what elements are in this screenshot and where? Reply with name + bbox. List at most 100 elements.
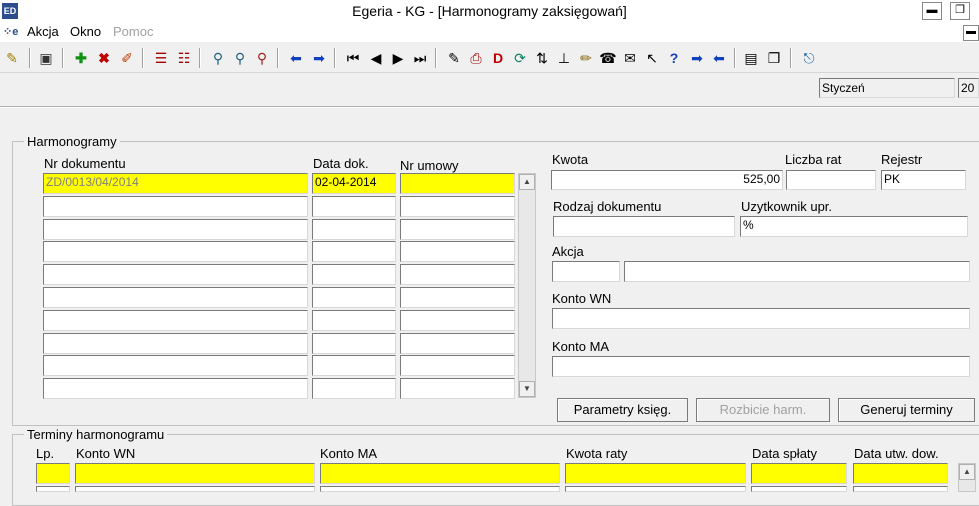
nr-dokumentu-cell[interactable] (43, 378, 308, 400)
rejestr-field[interactable]: PK (881, 170, 966, 190)
menu-akcja[interactable]: Akcja (27, 24, 59, 39)
execute-query-icon[interactable]: ☷ (174, 48, 194, 68)
data-dok-cell[interactable] (312, 264, 396, 286)
terminy-data-splaty-cell[interactable] (751, 486, 847, 492)
tree-icon[interactable]: ⊥ (554, 48, 574, 68)
data-dok-cell[interactable] (312, 332, 396, 354)
nr-dokumentu-cell[interactable] (43, 241, 308, 263)
nr-dokumentu-cell[interactable] (43, 332, 308, 354)
nr-dokumentu-cell[interactable] (43, 264, 308, 286)
exit-icon[interactable]: ⎋ (799, 48, 819, 68)
nr-dokumentu-cell[interactable] (43, 195, 308, 217)
terminy-konto-ma-cell[interactable] (320, 463, 560, 484)
terminy-lp-cell[interactable] (36, 486, 70, 492)
scroll-up-icon[interactable]: ▲ (519, 174, 535, 190)
data-dok-cell[interactable] (312, 241, 396, 263)
find-replace-icon[interactable]: ⚲ (252, 48, 272, 68)
find-next-icon[interactable]: ⚲ (230, 48, 250, 68)
konto-ma-field[interactable] (552, 356, 970, 377)
menu-okno[interactable]: Okno (70, 24, 101, 39)
terminy-lp-cell[interactable] (36, 463, 70, 484)
edit-document-icon[interactable]: ✎ (444, 48, 464, 68)
data-dok-cell[interactable] (312, 378, 396, 400)
terminy-konto-wn-cell[interactable] (75, 486, 315, 492)
rozbicie-harm-button[interactable]: Rozbicie harm. (696, 398, 830, 422)
terminy-data-splaty-cell[interactable] (751, 463, 847, 484)
scroll-down-icon[interactable]: ▼ (519, 381, 535, 397)
mail-icon[interactable]: ✉ (620, 48, 640, 68)
data-dok-cell[interactable] (312, 287, 396, 308)
nr-umowy-cell[interactable] (400, 241, 515, 263)
data-dok-cell[interactable] (312, 195, 396, 217)
uzytkownik-field[interactable]: % (740, 216, 968, 237)
arrow-left-icon[interactable]: ⬅ (286, 48, 306, 68)
refresh-icon[interactable]: ⟳ (510, 48, 530, 68)
first-record-icon[interactable]: ⏮ (343, 48, 363, 68)
parametry-ksieg-button[interactable]: Parametry księg. (557, 398, 688, 422)
akcja-code-field[interactable] (552, 261, 620, 282)
delete-record-icon[interactable]: ✖ (94, 48, 114, 68)
data-dok-cell[interactable] (312, 355, 396, 377)
pin-icon[interactable]: ✎ (2, 48, 22, 68)
nr-dokumentu-cell[interactable] (43, 218, 308, 240)
kwota-field[interactable]: 525,00 (551, 170, 783, 190)
nr-umowy-cell[interactable] (400, 195, 515, 217)
nr-umowy-cell[interactable] (400, 332, 515, 354)
generuj-terminy-button[interactable]: Generuj terminy (838, 398, 975, 422)
arrow-right-icon[interactable]: ➡ (309, 48, 329, 68)
period-year-field[interactable]: 20 (958, 78, 979, 98)
nr-umowy-cell[interactable] (400, 218, 515, 240)
next-record-icon[interactable]: ▶ (388, 48, 408, 68)
data-dok-cell[interactable] (312, 309, 396, 331)
restore-button[interactable]: ❐ (950, 2, 970, 20)
previous-record-icon[interactable]: ◀ (366, 48, 386, 68)
terminy-data-utw-cell[interactable] (853, 486, 948, 492)
nr-umowy-cell[interactable] (400, 264, 515, 286)
nr-umowy-cell[interactable] (400, 287, 515, 308)
liczba-rat-field[interactable] (786, 170, 876, 190)
minimize-button[interactable]: ▬ (922, 2, 942, 20)
nr-umowy-cell[interactable] (400, 378, 515, 400)
enter-query-icon[interactable]: ☰ (151, 48, 171, 68)
menu-pomoc[interactable]: Pomoc (113, 24, 153, 39)
d-icon[interactable]: D (488, 48, 508, 68)
form-icon[interactable]: ⁘e (3, 25, 21, 39)
help-icon[interactable]: ? (664, 48, 684, 68)
nr-dokumentu-cell[interactable]: ZD/0013/04/2014 (43, 173, 308, 194)
terminy-konto-wn-cell[interactable] (75, 463, 315, 484)
terminy-kwota-raty-cell[interactable] (565, 463, 746, 484)
data-dok-cell[interactable] (312, 218, 396, 240)
terminy-kwota-raty-cell[interactable] (565, 486, 746, 492)
copy-document-icon[interactable]: ❐ (764, 48, 784, 68)
nr-umowy-cell[interactable] (400, 355, 515, 377)
document-icon[interactable]: ▤ (741, 48, 761, 68)
scroll-up-icon[interactable]: ▲ (959, 464, 975, 480)
sort-icon[interactable]: ⇅ (532, 48, 552, 68)
nr-umowy-cell[interactable] (400, 173, 515, 194)
nr-dokumentu-cell[interactable] (43, 309, 308, 331)
phone-icon[interactable]: ☎ (598, 48, 618, 68)
clear-record-icon[interactable]: ✐ (117, 48, 137, 68)
context-help-icon[interactable]: ↖ (642, 48, 662, 68)
terminy-data-utw-cell[interactable] (853, 463, 948, 484)
save-icon[interactable]: ▣ (36, 48, 56, 68)
back-icon[interactable]: ⬅ (709, 48, 729, 68)
terminy-konto-ma-cell[interactable] (320, 486, 560, 492)
print-preview-icon[interactable]: ⎙ (466, 48, 486, 68)
edit-icon[interactable]: ✏ (576, 48, 596, 68)
forward-icon[interactable]: ➡ (687, 48, 707, 68)
period-month-field[interactable]: Styczeń (819, 78, 955, 98)
last-record-icon[interactable]: ⏭ (410, 48, 430, 68)
add-record-icon[interactable]: ✚ (71, 48, 91, 68)
find-icon[interactable]: ⚲ (208, 48, 228, 68)
rodzaj-dokumentu-field[interactable] (553, 216, 735, 237)
data-dok-cell[interactable]: 02-04-2014 (312, 173, 396, 194)
harmonogramy-scrollbar[interactable]: ▲ ▼ (518, 173, 536, 398)
terminy-scrollbar[interactable]: ▲ (958, 463, 976, 492)
akcja-description-field[interactable] (624, 261, 970, 282)
nr-umowy-cell[interactable] (400, 309, 515, 331)
konto-wn-field[interactable] (552, 308, 970, 329)
nr-dokumentu-cell[interactable] (43, 287, 308, 308)
nr-dokumentu-cell[interactable] (43, 355, 308, 377)
mdi-minimize-button[interactable]: ▬ (963, 25, 979, 41)
